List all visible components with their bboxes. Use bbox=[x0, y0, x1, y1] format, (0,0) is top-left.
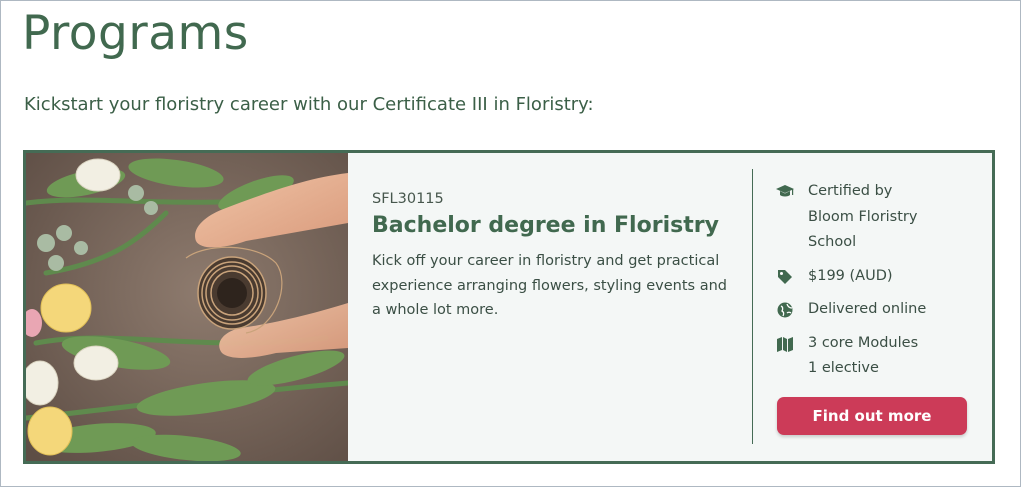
vertical-divider bbox=[752, 169, 753, 444]
course-title: Bachelor degree in Floristry bbox=[372, 213, 719, 238]
program-card: SFL30115 Bachelor degree in Floristry Ki… bbox=[23, 150, 995, 464]
program-summary: SFL30115 Bachelor degree in Floristry Ki… bbox=[372, 189, 732, 323]
detail-line: School bbox=[808, 234, 857, 250]
program-image bbox=[26, 153, 348, 461]
detail-line: Certified by bbox=[808, 183, 893, 199]
program-details: Certified by Bloom Floristry School $199… bbox=[776, 179, 976, 390]
detail-delivery: Delivered online bbox=[776, 297, 976, 323]
page-title: Programs bbox=[22, 6, 249, 61]
course-description: Kick off your career in floristry and ge… bbox=[372, 253, 727, 318]
detail-certification: Certified by Bloom Floristry School bbox=[776, 179, 976, 256]
course-code: SFL30115 bbox=[372, 191, 444, 207]
detail-modules: 3 core Modules 1 elective bbox=[776, 331, 976, 382]
intro-text: Kickstart your floristry career with our… bbox=[24, 94, 594, 115]
detail-line: Bloom Floristry bbox=[808, 208, 918, 225]
find-out-more-button[interactable]: Find out more bbox=[777, 397, 967, 435]
detail-price: $199 (AUD) bbox=[776, 264, 976, 290]
price-tag-icon bbox=[776, 268, 794, 286]
detail-line: Delivered online bbox=[808, 301, 927, 317]
map-icon bbox=[776, 335, 794, 353]
graduation-cap-icon bbox=[776, 183, 794, 201]
detail-line: 1 elective bbox=[808, 360, 879, 376]
detail-line: 3 core Modules bbox=[808, 334, 919, 351]
globe-icon bbox=[776, 301, 794, 319]
detail-line: $199 (AUD) bbox=[808, 267, 893, 284]
